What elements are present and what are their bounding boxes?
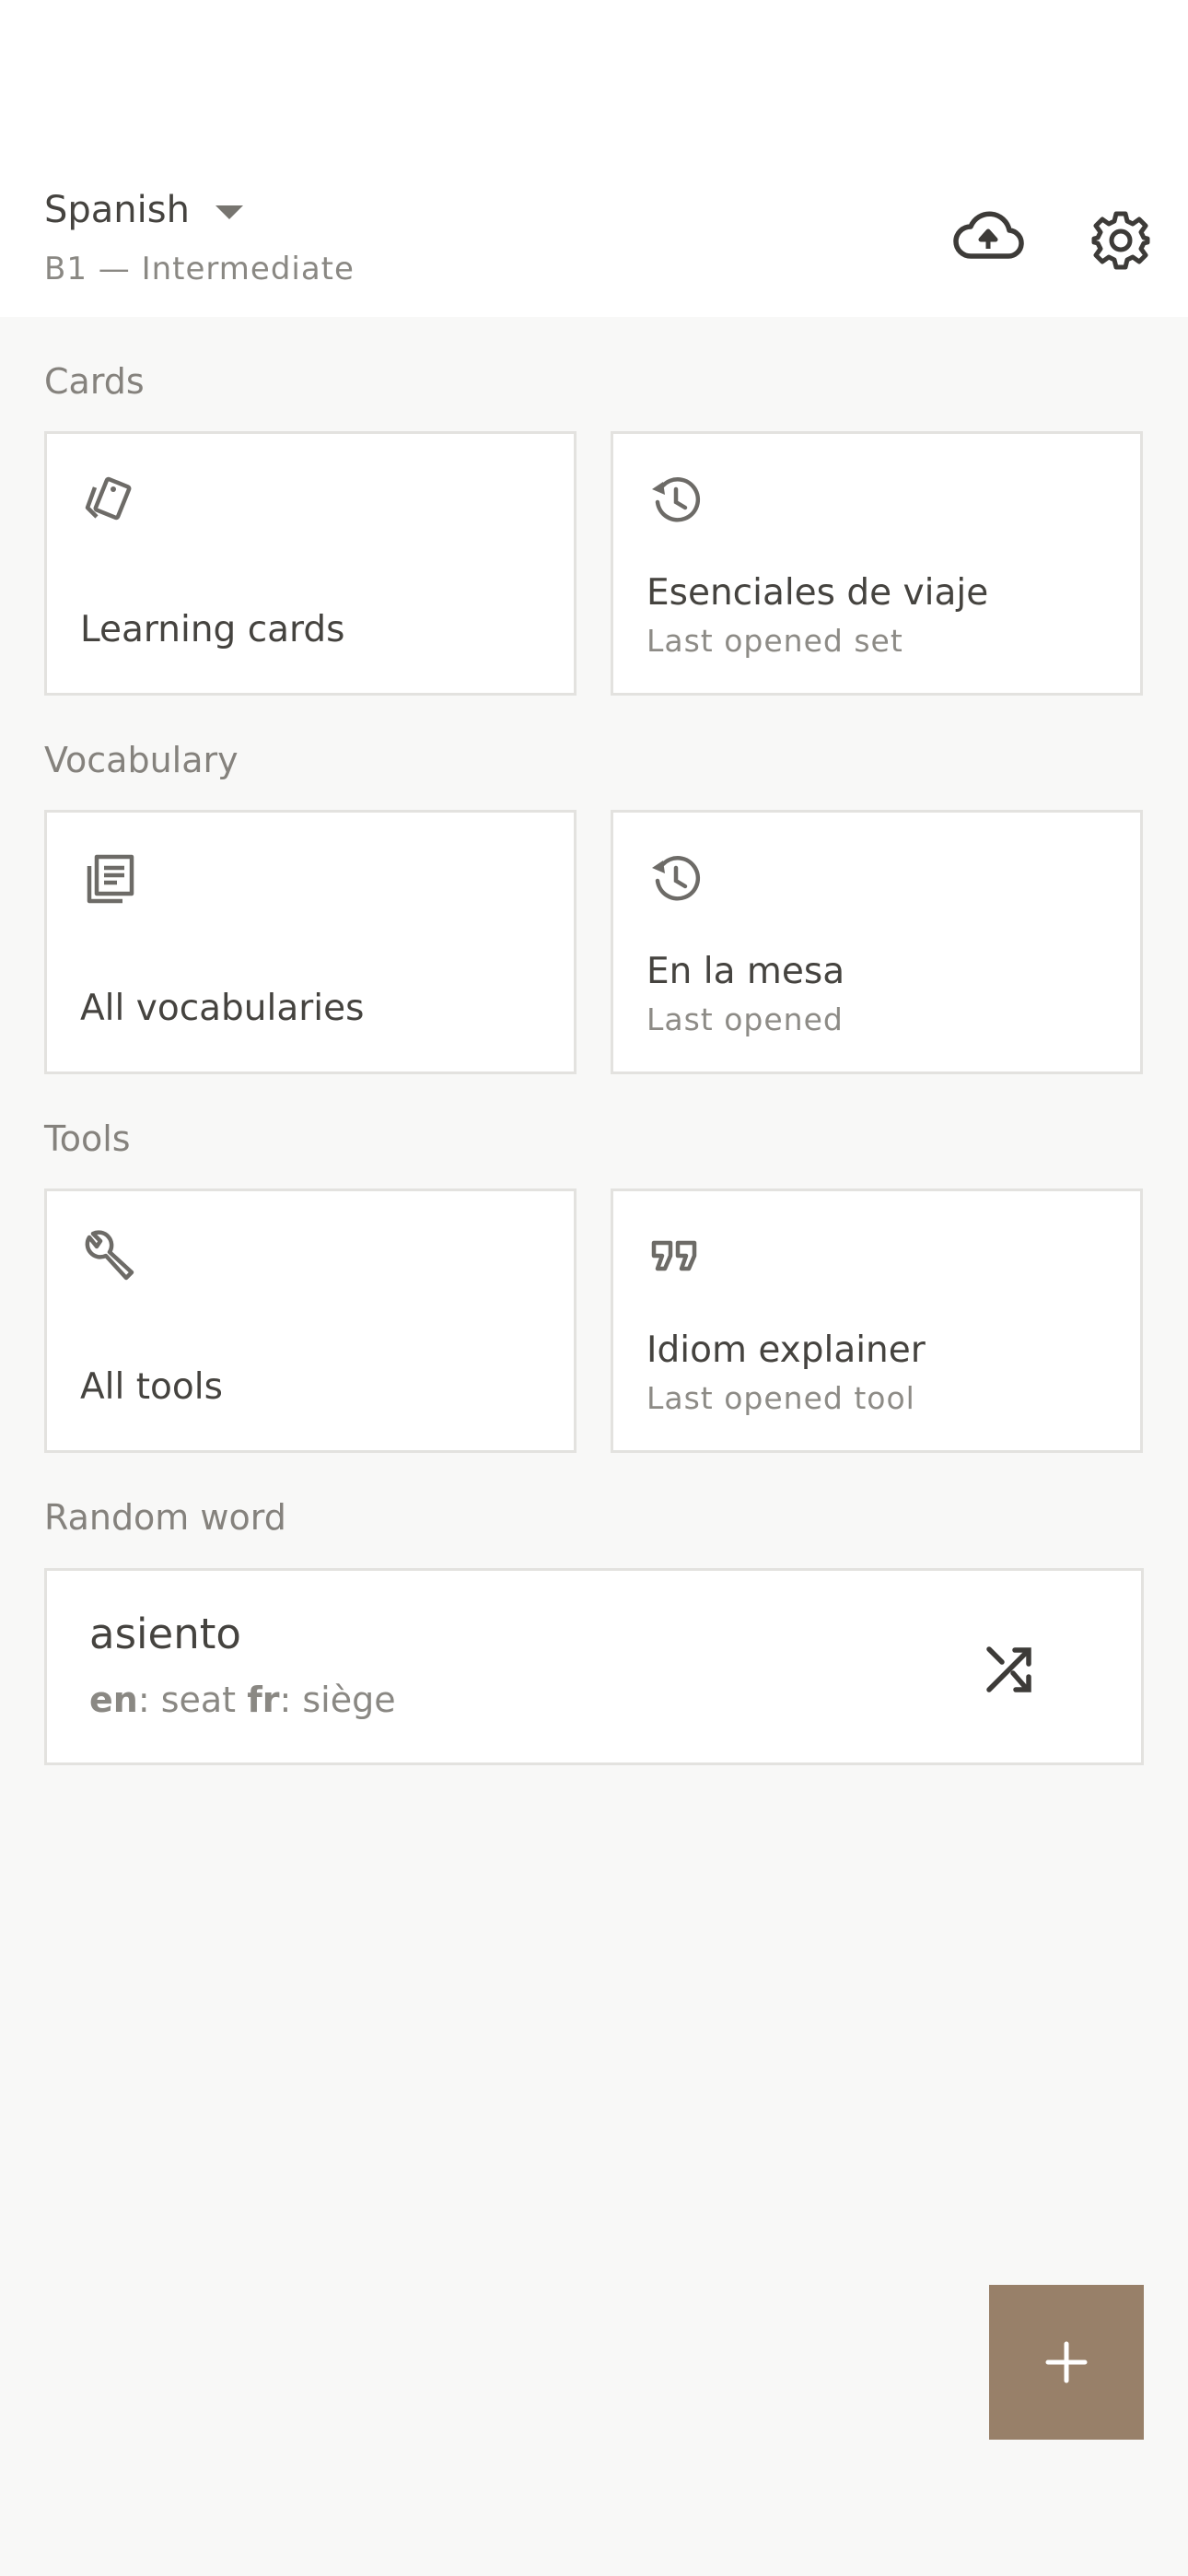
random-word-translations: en: seat fr: siège <box>89 1680 396 1720</box>
learning-cards-title: Learning cards <box>80 609 345 650</box>
library-icon <box>87 854 134 904</box>
translation-text-en: seat <box>160 1680 237 1720</box>
history-icon <box>652 477 701 522</box>
section-title-tools: Tools <box>44 1118 131 1159</box>
last-set-tile[interactable]: Esenciales de viaje Last opened set <box>611 431 1143 696</box>
all-vocabularies-title: All vocabularies <box>80 988 365 1029</box>
cloud-upload-icon[interactable] <box>952 208 1024 262</box>
section-title-random-word: Random word <box>44 1497 286 1538</box>
translation-text-fr: siège <box>302 1680 396 1720</box>
history-icon <box>652 856 701 901</box>
learning-cards-tile[interactable]: Learning cards <box>44 431 577 696</box>
gear-icon[interactable] <box>1090 210 1151 271</box>
last-tool-subtitle: Last opened tool <box>646 1380 915 1416</box>
plus-icon <box>1045 2341 1088 2383</box>
wrench-icon <box>85 1230 134 1281</box>
last-vocabulary-subtitle: Last opened <box>646 1001 844 1037</box>
cards-icon <box>85 476 132 521</box>
section-title-vocabulary: Vocabulary <box>44 740 239 780</box>
shuffle-icon[interactable] <box>982 1642 1037 1697</box>
language-name[interactable]: Spanish <box>44 189 190 231</box>
last-vocabulary-tile[interactable]: En la mesa Last opened <box>611 810 1143 1074</box>
translation-separator: : <box>137 1680 161 1720</box>
last-set-title: Esenciales de viaje <box>646 572 989 614</box>
translation-separator: : <box>279 1680 303 1720</box>
language-selector[interactable]: Spanish <box>44 189 243 231</box>
last-tool-title: Idiom explainer <box>646 1329 926 1371</box>
last-vocabulary-title: En la mesa <box>646 951 845 992</box>
app-header: Spanish B1 — Intermediate <box>0 0 1188 317</box>
random-word: asiento <box>89 1610 241 1658</box>
translation-lang-en: en <box>89 1680 138 1720</box>
last-set-subtitle: Last opened set <box>646 623 903 659</box>
all-tools-title: All tools <box>80 1366 223 1408</box>
all-tools-tile[interactable]: All tools <box>44 1188 577 1453</box>
translation-lang-fr: fr <box>247 1680 280 1720</box>
random-word-card[interactable]: asiento en: seat fr: siège <box>44 1568 1144 1765</box>
add-fab-button[interactable] <box>989 2285 1144 2440</box>
quote-icon <box>651 1240 697 1271</box>
last-tool-tile[interactable]: Idiom explainer Last opened tool <box>611 1188 1143 1453</box>
all-vocabularies-tile[interactable]: All vocabularies <box>44 810 577 1074</box>
caret-down-icon[interactable] <box>215 205 243 219</box>
language-level: B1 — Intermediate <box>44 251 355 287</box>
section-title-cards: Cards <box>44 361 145 402</box>
